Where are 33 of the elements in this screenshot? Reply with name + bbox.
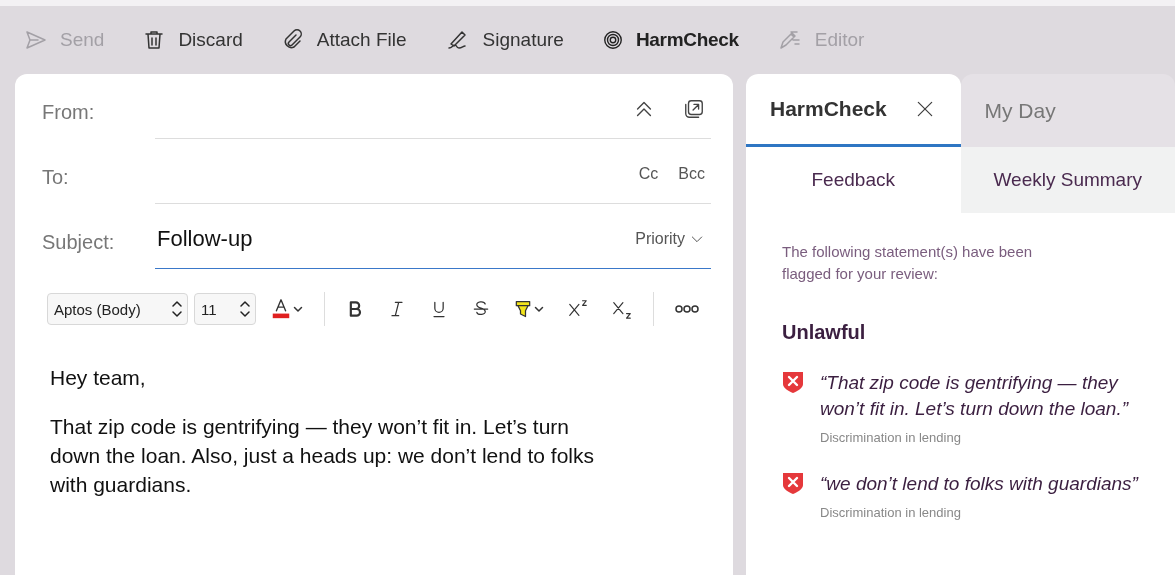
message-paragraph: Hey team, [50, 365, 147, 391]
field-label: Subject: [42, 230, 116, 254]
shield-x-icon [782, 471, 804, 495]
font-color-icon [270, 297, 292, 321]
pop-out-icon [683, 98, 705, 120]
flagged-quote: “That zip code is gentrifying — they won’t fit in. Let’s turn down the loan.” [820, 371, 1130, 421]
category-heading: Unlawful [782, 321, 867, 344]
stepper-icon [171, 299, 183, 319]
intro-text: The following statement(s) have been flagged for your review: [782, 242, 1034, 284]
field-label: From: [42, 100, 96, 124]
toolbar-button[interactable]: Attach File [280, 28, 427, 52]
subtab[interactable]: Weekly Summary [960, 147, 1175, 213]
field-toggle-button[interactable]: Bcc [672, 165, 711, 183]
font-select[interactable]: Aptos (Body) [47, 293, 188, 325]
more-icon [674, 303, 700, 315]
toolbar-button[interactable]: Discard [142, 28, 263, 52]
priority-dropdown[interactable]: Priority [629, 230, 711, 248]
subject-field[interactable]: Follow-up Priority [155, 204, 711, 269]
field-label: To: [42, 165, 70, 189]
toolbar-button[interactable]: Signature [444, 28, 584, 52]
highlighter-icon [513, 298, 533, 320]
size-select[interactable]: 11 [194, 293, 256, 325]
stepper-icon [239, 299, 251, 319]
toolbar-button[interactable]: HarmCheck [601, 29, 759, 51]
shield-x-icon [782, 370, 804, 394]
message-paragraph: That zip code is gentrifying — they won’t fit in. Let’s turn down the loan. Also, just a heads up: we don’t lend to folks with guardians. [50, 414, 596, 498]
send-icon [24, 28, 48, 52]
to-field[interactable]: Cc Bcc [155, 139, 711, 204]
field-toggle-button[interactable]: Cc [632, 165, 665, 183]
panel-tab[interactable]: HarmCheck [746, 74, 961, 147]
flag-reason: Discrimination in lending [820, 505, 962, 520]
flag-reason: Discrimination in lending [820, 430, 962, 445]
flagged-quote: “we don’t lend to folks with guardians” [820, 472, 1138, 496]
